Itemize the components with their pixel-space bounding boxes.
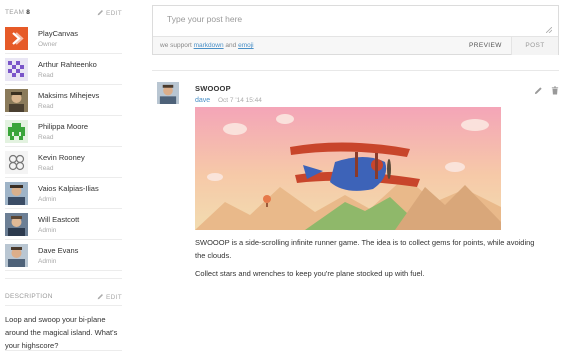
member-role: Read (38, 103, 54, 110)
pencil-icon (97, 294, 103, 300)
divider (5, 305, 122, 306)
avatar (5, 244, 28, 267)
avatar (157, 82, 179, 104)
avatar (5, 182, 28, 205)
post-image (195, 107, 501, 230)
post-composer: we support markdown and emoji PREVIEW PO… (152, 5, 559, 55)
preview-button[interactable]: PREVIEW (469, 42, 502, 49)
post-input[interactable] (153, 6, 558, 36)
member-role: Admin (38, 227, 57, 234)
team-member[interactable]: Kevin Rooney Read (5, 148, 122, 178)
team-title: TEAM 8 (5, 9, 31, 16)
member-name: Maksims Mihejevs (38, 91, 100, 100)
support-text: we support markdown and emoji (160, 42, 254, 49)
post-author-link[interactable]: dave (195, 97, 210, 104)
team-member[interactable]: Arthur Rahteenko Read (5, 55, 122, 85)
post-paragraph: Collect stars and wrenches to keep you'r… (195, 269, 425, 278)
avatar (5, 58, 28, 81)
description-text: Loop and swoop your bi-plane around the … (5, 315, 118, 350)
post-button[interactable]: POST (511, 37, 558, 55)
team-member[interactable]: Will Eastcott Admin (5, 210, 122, 240)
team-member[interactable]: Vaios Kalpias-Ilias Admin (5, 179, 122, 209)
team-count: 8 (26, 9, 31, 16)
member-role: Admin (38, 196, 57, 203)
member-role: Admin (38, 258, 57, 265)
markdown-link[interactable]: markdown (194, 42, 224, 49)
pencil-icon (97, 10, 103, 16)
avatar (5, 151, 28, 174)
team-member[interactable]: PlayCanvas Owner (5, 24, 122, 54)
post-title: SWOOOP (195, 84, 231, 93)
composer-toolbar: we support markdown and emoji PREVIEW PO… (153, 36, 558, 55)
description-header: DESCRIPTION EDIT (5, 290, 122, 304)
member-name: Philippa Moore (38, 122, 89, 131)
avatar (5, 213, 28, 236)
team-member[interactable]: Maksims Mihejevs Read (5, 86, 122, 116)
member-name: Arthur Rahteenko (38, 60, 97, 69)
team-member[interactable]: Philippa Moore Read (5, 117, 122, 147)
avatar (5, 27, 28, 50)
resize-grip-icon[interactable] (546, 27, 552, 33)
team-member[interactable]: Dave Evans Admin (5, 241, 122, 271)
post-timestamp: Oct 7 '14 15:44 (218, 97, 262, 104)
member-role: Read (38, 134, 54, 141)
member-name: Will Eastcott (38, 215, 80, 224)
member-role: Owner (38, 41, 58, 48)
member-name: PlayCanvas (38, 29, 79, 38)
description-edit-button[interactable]: EDIT (97, 293, 122, 301)
divider (5, 278, 122, 279)
member-role: Read (38, 165, 54, 172)
avatar (5, 89, 28, 112)
emoji-link[interactable]: emoji (238, 42, 254, 49)
member-name: Kevin Rooney (38, 153, 85, 162)
member-role: Read (38, 72, 54, 79)
avatar (5, 120, 28, 143)
trash-icon[interactable] (551, 86, 559, 95)
post-paragraph: SWOOOP is a side-scrolling infinite runn… (195, 238, 535, 260)
pencil-icon[interactable] (534, 86, 543, 95)
divider (5, 350, 122, 351)
team-edit-button[interactable]: EDIT (97, 9, 122, 17)
divider (152, 70, 559, 71)
description-title: DESCRIPTION (5, 293, 53, 300)
team-header: TEAM 8 EDIT (5, 6, 122, 20)
member-name: Dave Evans (38, 246, 79, 255)
sidebar: TEAM 8 EDIT PlayCanvas Owner Arthur Rahte… (0, 0, 124, 361)
member-name: Vaios Kalpias-Ilias (38, 184, 99, 193)
